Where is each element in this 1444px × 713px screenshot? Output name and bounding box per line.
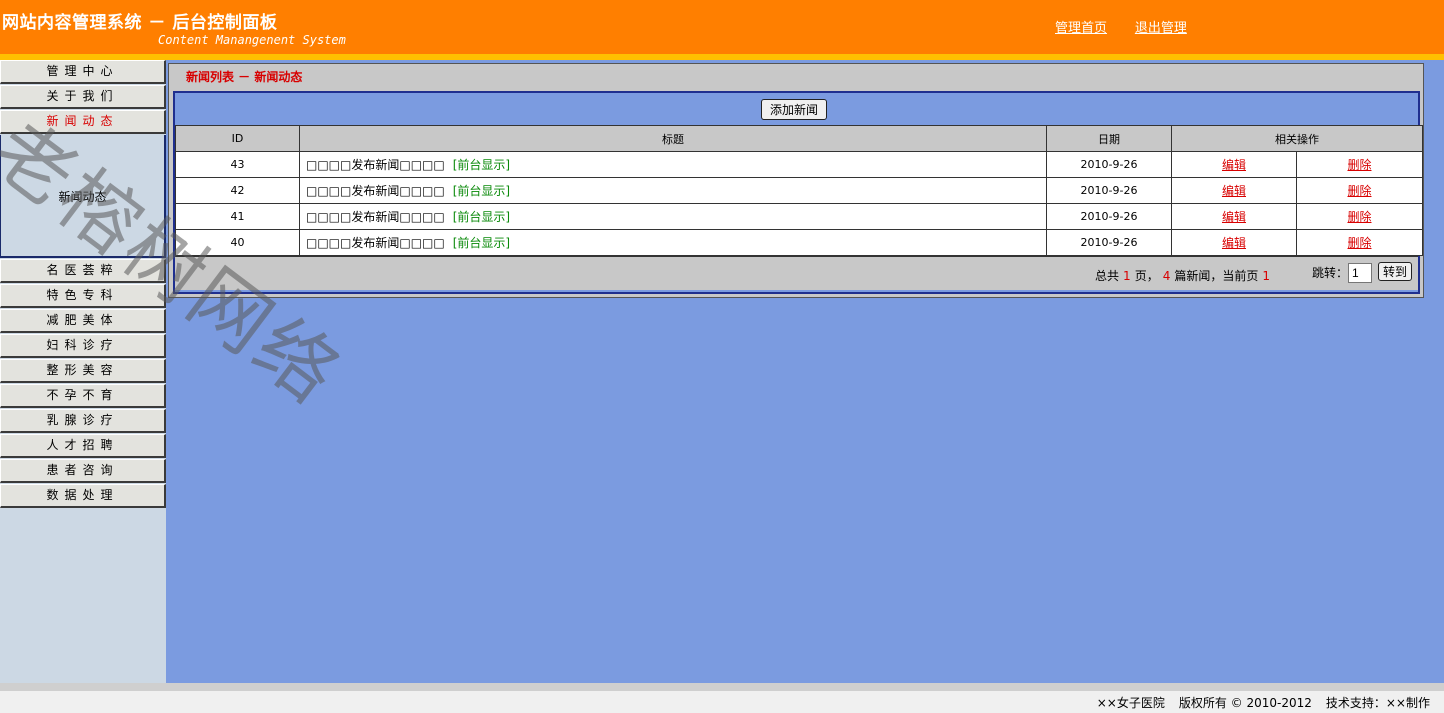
admin-home-link[interactable]: 管理首页 <box>1055 21 1107 36</box>
edit-link[interactable]: 编辑 <box>1222 184 1246 198</box>
total-prefix: 总共 <box>1095 269 1120 283</box>
row-delete-cell: 删除 <box>1296 151 1423 178</box>
footer-divider <box>0 683 1444 691</box>
header: 网站内容管理系统 － 后台控制面板 Content Manangenent Sy… <box>0 0 1444 54</box>
row-title-cell: □□□□发布新闻□□□□ [前台显示] <box>299 203 1047 230</box>
footer: ××女子医院 版权所有 © 2010-2012 技术支持：××制作 <box>0 691 1444 713</box>
column-header-date: 日期 <box>1046 125 1172 152</box>
sidebar-item-data-processing[interactable]: 数据处理 <box>0 484 166 508</box>
submenu-item-news[interactable]: 新闻动态 <box>1 188 164 205</box>
row-title-cell: □□□□发布新闻□□□□ [前台显示] <box>299 151 1047 178</box>
table-row: 43 □□□□发布新闻□□□□ [前台显示] 2010-9-26 编辑 删除 <box>175 151 1423 178</box>
pages-suffix: 页， <box>1134 269 1159 283</box>
edit-link[interactable]: 编辑 <box>1222 236 1246 250</box>
items-suffix: 篇新闻，当前页 <box>1174 269 1259 283</box>
sidebar-item-breast-care[interactable]: 乳腺诊疗 <box>0 409 166 433</box>
footer-owner: ××女子医院 <box>1096 696 1165 710</box>
row-title[interactable]: □□□□发布新闻□□□□ <box>306 210 445 224</box>
table-row: 40 □□□□发布新闻□□□□ [前台显示] 2010-9-26 编辑 删除 <box>175 229 1423 256</box>
table-row: 42 □□□□发布新闻□□□□ [前台显示] 2010-9-26 编辑 删除 <box>175 177 1423 204</box>
row-title[interactable]: □□□□发布新闻□□□□ <box>306 236 445 250</box>
pagination-info: 总共 1 页， 4 篇新闻，当前页 1 <box>1095 267 1274 284</box>
total-pages: 1 <box>1123 269 1131 283</box>
edit-link[interactable]: 编辑 <box>1222 158 1246 172</box>
current-page: 1 <box>1262 269 1270 283</box>
frontpage-tag: [前台显示] <box>452 236 511 250</box>
pagination-bar: 总共1页，4篇新闻，当前页1 跳转： 转到 <box>175 256 1418 290</box>
jump-page-input[interactable] <box>1348 263 1372 283</box>
edit-link[interactable]: 编辑 <box>1222 210 1246 224</box>
column-header-actions: 相关操作 <box>1171 125 1423 152</box>
news-list-container: 添加新闻 ID 标题 日期 相关操作 43 □□□□发布新闻□□□□ [前台显示… <box>173 91 1423 294</box>
frontpage-tag: [前台显示] <box>452 210 511 224</box>
row-date: 2010-9-26 <box>1046 177 1172 204</box>
news-list-panel: 新闻列表 － 新闻动态 添加新闻 ID 标题 日期 相关操作 43 □□□□发布… <box>168 63 1424 298</box>
row-date: 2010-9-26 <box>1046 203 1172 230</box>
row-title[interactable]: □□□□发布新闻□□□□ <box>306 184 445 198</box>
main-content: 新闻列表 － 新闻动态 添加新闻 ID 标题 日期 相关操作 43 □□□□发布… <box>166 60 1444 683</box>
add-news-button[interactable]: 添加新闻 <box>761 99 828 120</box>
row-date: 2010-9-26 <box>1046 229 1172 256</box>
table-header: ID 标题 日期 相关操作 <box>175 125 1423 152</box>
row-delete-cell: 删除 <box>1296 229 1423 256</box>
jump-label: 跳转： <box>1311 266 1348 280</box>
sidebar-item-specialties[interactable]: 特色专科 <box>0 284 166 308</box>
sidebar-item-cosmetic-surgery[interactable]: 整形美容 <box>0 359 166 383</box>
row-edit-cell: 编辑 <box>1171 203 1297 230</box>
frontpage-tag: [前台显示] <box>452 184 511 198</box>
app-subtitle: Content Manangenent System <box>158 33 346 47</box>
sidebar-item-slimming[interactable]: 减肥美体 <box>0 309 166 333</box>
frontpage-tag: [前台显示] <box>452 158 511 172</box>
sidebar-item-patient-consult[interactable]: 患者咨询 <box>0 459 166 483</box>
sidebar-item-about-us[interactable]: 关于我们 <box>0 85 166 109</box>
logout-link[interactable]: 退出管理 <box>1135 21 1187 36</box>
footer-support: 技术支持：××制作 <box>1325 696 1430 710</box>
news-table: ID 标题 日期 相关操作 43 □□□□发布新闻□□□□ [前台显示] 2010… <box>175 125 1423 256</box>
table-row: 41 □□□□发布新闻□□□□ [前台显示] 2010-9-26 编辑 删除 <box>175 203 1423 230</box>
delete-link[interactable]: 删除 <box>1347 236 1371 250</box>
sidebar-item-admin-center[interactable]: 管理中心 <box>0 60 166 84</box>
delete-link[interactable]: 删除 <box>1347 184 1371 198</box>
sidebar-submenu: 新闻动态 <box>0 135 166 258</box>
row-id: 40 <box>175 229 300 256</box>
row-date: 2010-9-26 <box>1046 151 1172 178</box>
footer-copyright: 版权所有 © 2010-2012 <box>1178 696 1312 710</box>
row-edit-cell: 编辑 <box>1171 229 1297 256</box>
row-id: 42 <box>175 177 300 204</box>
row-id: 43 <box>175 151 300 178</box>
row-title-cell: □□□□发布新闻□□□□ [前台显示] <box>299 229 1047 256</box>
column-header-id: ID <box>175 125 300 152</box>
go-button[interactable]: 转到 <box>1377 262 1412 281</box>
jump-control: 跳转： <box>1312 263 1372 283</box>
column-header-title: 标题 <box>299 125 1047 152</box>
row-id: 41 <box>175 203 300 230</box>
sidebar-item-famous-doctors[interactable]: 名医荟粹 <box>0 259 166 283</box>
sidebar-item-gynecology[interactable]: 妇科诊疗 <box>0 334 166 358</box>
sidebar: 管理中心 关于我们 新闻动态 新闻动态 名医荟粹 特色专科 减肥美体 妇科诊疗 … <box>0 60 166 683</box>
breadcrumb: 新闻列表 － 新闻动态 <box>186 70 303 84</box>
delete-link[interactable]: 删除 <box>1347 158 1371 172</box>
footer-text: ××女子医院 版权所有 © 2010-2012 技术支持：××制作 <box>1083 694 1430 711</box>
sidebar-item-news[interactable]: 新闻动态 <box>0 110 166 134</box>
app-title: 网站内容管理系统 － 后台控制面板 <box>2 13 278 33</box>
delete-link[interactable]: 删除 <box>1347 210 1371 224</box>
sidebar-item-recruitment[interactable]: 人才招聘 <box>0 434 166 458</box>
total-items: 4 <box>1162 269 1171 283</box>
toolbar: 添加新闻 <box>175 93 1418 125</box>
header-links: 管理首页 退出管理 <box>1055 17 1211 36</box>
row-title-cell: □□□□发布新闻□□□□ [前台显示] <box>299 177 1047 204</box>
sidebar-item-infertility[interactable]: 不孕不育 <box>0 384 166 408</box>
row-delete-cell: 删除 <box>1296 203 1423 230</box>
row-delete-cell: 删除 <box>1296 177 1423 204</box>
row-edit-cell: 编辑 <box>1171 177 1297 204</box>
row-title[interactable]: □□□□发布新闻□□□□ <box>306 158 445 172</box>
row-edit-cell: 编辑 <box>1171 151 1297 178</box>
